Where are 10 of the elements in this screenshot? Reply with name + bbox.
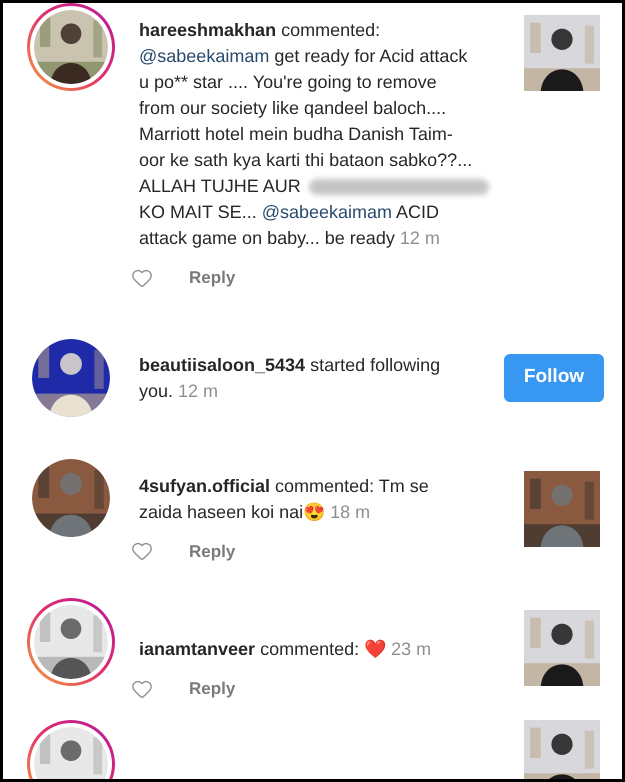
mention-link[interactable]: @sabeekaimam bbox=[139, 46, 270, 66]
notification-text: 4sufyan.official commented: Tm se zaida haseen koi nai😍 18 m bbox=[139, 474, 430, 524]
notification-text: beautiisaloon_5434 started following you. 12 m bbox=[139, 354, 442, 403]
follow-button[interactable]: Follow bbox=[504, 354, 604, 402]
reply-button[interactable]: Reply bbox=[189, 265, 236, 290]
reply-button[interactable]: Reply bbox=[189, 676, 236, 702]
notification-text: hareeshmakhan commented: @sabeekaimam get ready for Acid attack u po** star .... You're going to remove from our society like qandeel baloch.... Marriott hotel mein budha Danish Taim- oor ke sath kya karti thi bataon sabko??... ALLAH TUJHE AUR KO MAIT SE... @sabeekaimam ACID attack game on baby... be ready 12 m bbox=[139, 17, 524, 251]
mention-link[interactable]: @sabeekaimam bbox=[262, 202, 392, 222]
notification-text: ianamtanveer commented: ❤ 23 m bbox=[139, 638, 432, 661]
reply-button[interactable]: Reply bbox=[189, 538, 236, 564]
